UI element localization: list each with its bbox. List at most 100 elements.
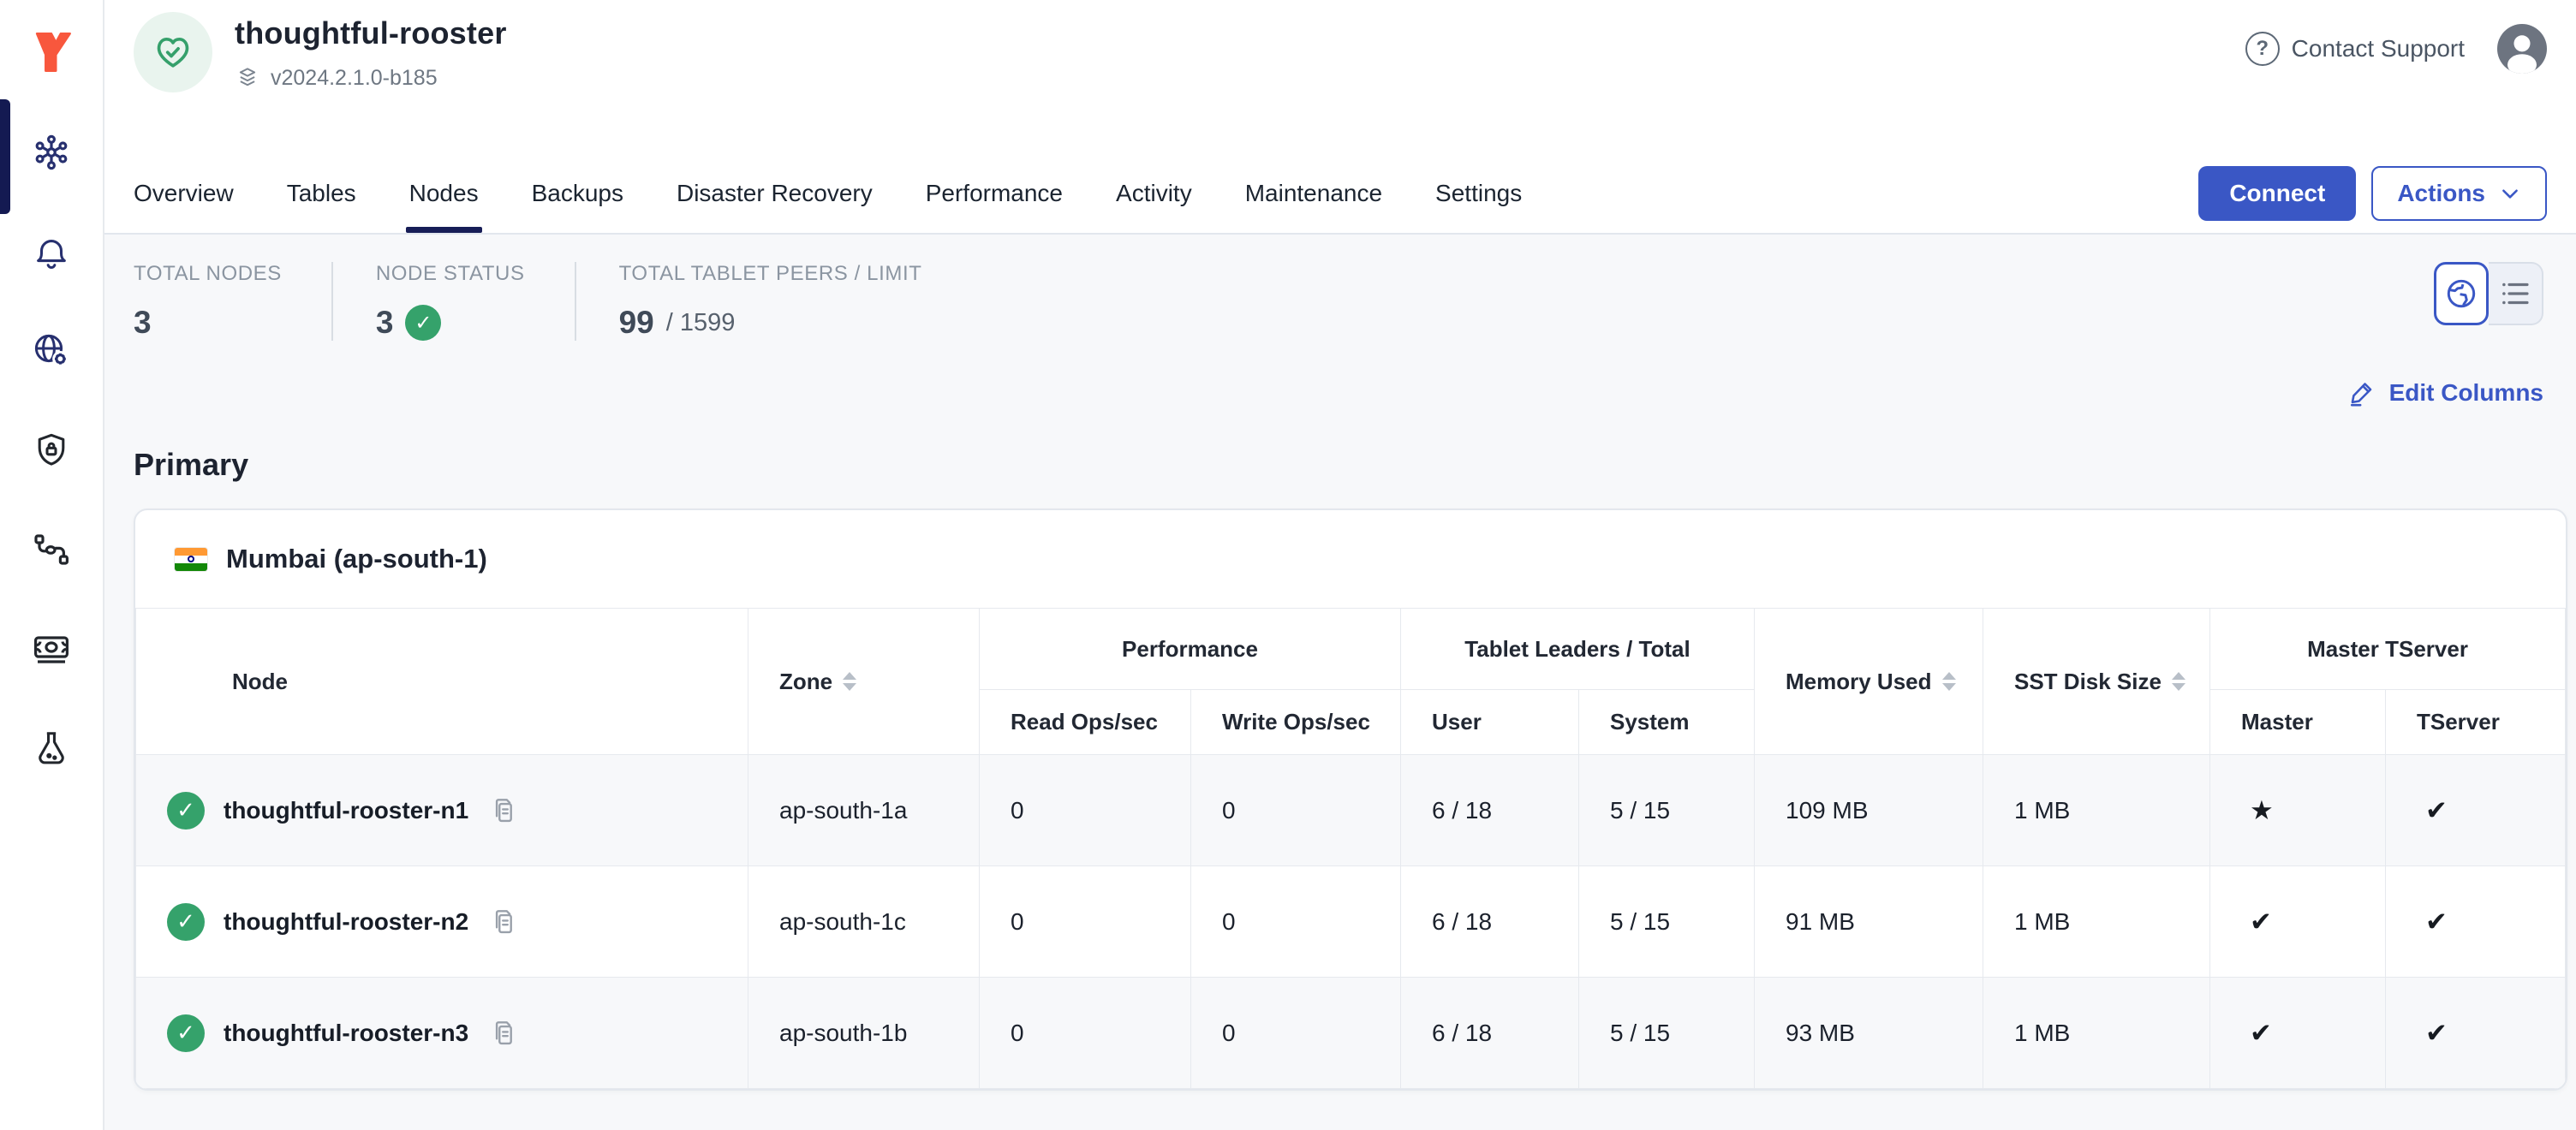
memory-cell: 93 MB [1755, 978, 1983, 1089]
universes-icon[interactable] [31, 132, 72, 173]
tab-activity[interactable]: Activity [1116, 154, 1192, 233]
sort-icon[interactable] [843, 672, 856, 691]
copy-icon[interactable] [487, 794, 520, 827]
version-layers-icon [235, 65, 260, 91]
nodes-table: Node Zone Performance Tablet Leaders / T… [135, 608, 2566, 1089]
stat-value: 3 ✓ [376, 305, 525, 341]
tserver-mark: ✔ [2386, 755, 2566, 866]
globe-view-button[interactable] [2434, 262, 2489, 325]
topbar-right: ? Contact Support [2245, 12, 2547, 74]
section-title: Primary [104, 407, 2576, 483]
group-header-tablet-leaders: Tablet Leaders / Total [1401, 609, 1755, 690]
stat-label: TOTAL NODES [134, 262, 282, 286]
copy-icon[interactable] [487, 1017, 520, 1050]
col-header-master: Master [2210, 690, 2386, 755]
sst-cell: 1 MB [1983, 755, 2210, 866]
page-title: thoughtful-rooster [235, 15, 507, 51]
node-name: thoughtful-rooster-n1 [224, 797, 468, 824]
actions-label: Actions [2397, 180, 2485, 207]
edit-columns-label: Edit Columns [2389, 379, 2543, 407]
user-tablets-cell: 6 / 18 [1401, 866, 1579, 978]
alerts-icon[interactable] [31, 231, 72, 272]
pencil-icon [2348, 378, 2377, 407]
table-row: ✓ thoughtful-rooster-n3 [136, 978, 2566, 1089]
user-tablets-cell: 6 / 18 [1401, 755, 1579, 866]
system-tablets-cell: 5 / 15 [1579, 978, 1755, 1089]
chevron-down-icon [2499, 182, 2521, 205]
col-header-memory[interactable]: Memory Used [1755, 609, 1983, 755]
system-tablets-cell: 5 / 15 [1579, 755, 1755, 866]
sidebar [0, 0, 104, 1130]
col-header-sst[interactable]: SST Disk Size [1983, 609, 2210, 755]
edit-columns-button[interactable]: Edit Columns [2348, 378, 2543, 407]
tab-overview[interactable]: Overview [134, 154, 234, 233]
healthy-check-icon: ✓ [405, 305, 441, 341]
memory-cell: 91 MB [1755, 866, 1983, 978]
sort-icon[interactable] [2172, 672, 2185, 691]
tab-bar: Overview Tables Nodes Backups Disaster R… [104, 154, 2576, 235]
stats-row: TOTAL NODES 3 NODE STATUS 3 ✓ TOTAL TABL… [104, 235, 2576, 341]
col-header-write-ops: Write Ops/sec [1191, 690, 1401, 755]
zone-cell: ap-south-1a [748, 755, 980, 866]
health-heart-icon [134, 12, 212, 92]
tab-nodes[interactable]: Nodes [409, 154, 479, 233]
contact-support-link[interactable]: ? Contact Support [2245, 32, 2465, 66]
billing-icon[interactable] [31, 628, 72, 669]
integrations-icon[interactable] [31, 529, 72, 570]
region-header: Mumbai (ap-south-1) [135, 510, 2566, 608]
col-header-tserver: TServer [2386, 690, 2566, 755]
admin-globe-icon[interactable] [31, 330, 72, 372]
tab-actions: Connect Actions [2198, 166, 2547, 221]
labs-icon[interactable] [31, 728, 72, 769]
col-header-user: User [1401, 690, 1579, 755]
col-header-system: System [1579, 690, 1755, 755]
main-content: thoughtful-rooster v2024.2.1.0-b185 ? Co… [104, 0, 2576, 1130]
group-header-master-tserver: Master TServer [2210, 609, 2566, 690]
stat-label: NODE STATUS [376, 262, 525, 286]
tab-settings[interactable]: Settings [1435, 154, 1522, 233]
list-view-icon [2497, 276, 2533, 312]
tab-disaster-recovery[interactable]: Disaster Recovery [677, 154, 873, 233]
read-ops-cell: 0 [980, 866, 1191, 978]
read-ops-cell: 0 [980, 755, 1191, 866]
table-row: ✓ thoughtful-rooster-n1 [136, 755, 2566, 866]
master-mark: ✔ [2210, 866, 2386, 978]
contact-support-label: Contact Support [2292, 35, 2465, 62]
globe-view-icon [2443, 276, 2479, 312]
security-shield-icon[interactable] [31, 430, 72, 471]
universe-header: thoughtful-rooster v2024.2.1.0-b185 [134, 12, 507, 92]
write-ops-cell: 0 [1191, 755, 1401, 866]
tserver-mark: ✔ [2386, 978, 2566, 1089]
write-ops-cell: 0 [1191, 866, 1401, 978]
help-icon: ? [2245, 32, 2280, 66]
tab-backups[interactable]: Backups [532, 154, 623, 233]
node-name: thoughtful-rooster-n2 [224, 908, 468, 936]
col-header-zone[interactable]: Zone [748, 609, 980, 755]
copy-icon[interactable] [487, 906, 520, 938]
sst-cell: 1 MB [1983, 978, 2210, 1089]
tablet-peers-count: 99 [619, 305, 654, 341]
version-label: v2024.2.1.0-b185 [271, 66, 438, 91]
tabs: Overview Tables Nodes Backups Disaster R… [134, 154, 1522, 233]
connect-button[interactable]: Connect [2198, 166, 2356, 221]
memory-cell: 109 MB [1755, 755, 1983, 866]
col-header-node: Node [136, 609, 748, 755]
table-row: ✓ thoughtful-rooster-n2 [136, 866, 2566, 978]
master-mark: ✔ [2210, 978, 2386, 1089]
yugabyte-logo-icon[interactable] [25, 26, 78, 79]
user-avatar[interactable] [2497, 24, 2547, 74]
tab-maintenance[interactable]: Maintenance [1245, 154, 1382, 233]
stat-value: 3 [134, 305, 282, 341]
actions-button[interactable]: Actions [2371, 166, 2547, 221]
version-row: v2024.2.1.0-b185 [235, 65, 507, 91]
region-card: Mumbai (ap-south-1) Node Zone [134, 508, 2567, 1091]
sort-icon[interactable] [1942, 672, 1956, 691]
india-flag-icon [175, 548, 207, 571]
tab-tables[interactable]: Tables [287, 154, 356, 233]
list-view-button[interactable] [2489, 262, 2543, 325]
tab-performance[interactable]: Performance [926, 154, 1063, 233]
stat-value: 99 / 1599 [619, 305, 922, 341]
read-ops-cell: 0 [980, 978, 1191, 1089]
stat-node-status: NODE STATUS 3 ✓ [331, 262, 575, 341]
zone-cell: ap-south-1c [748, 866, 980, 978]
